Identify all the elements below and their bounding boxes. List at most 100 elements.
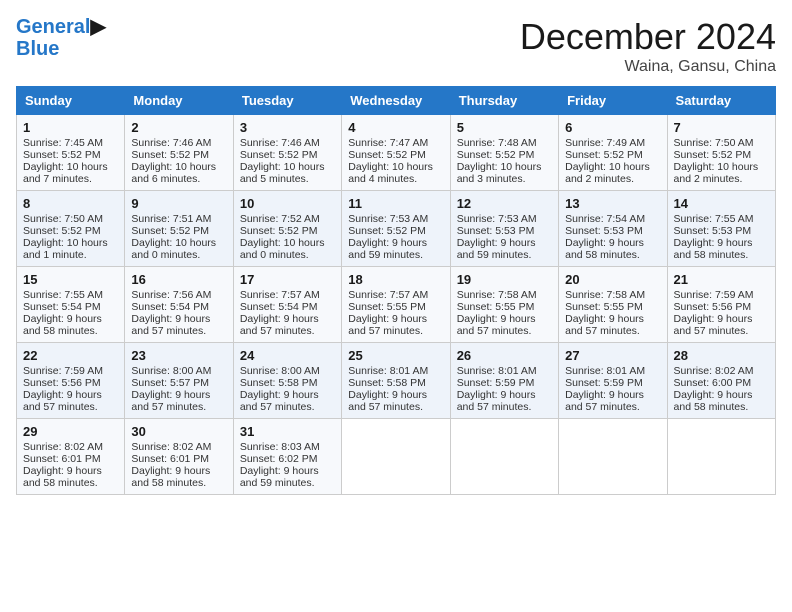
- day-number: 27: [565, 348, 660, 363]
- sunrise-text: Sunrise: 7:46 AM: [240, 137, 335, 149]
- sunrise-text: Sunrise: 8:02 AM: [131, 441, 226, 453]
- daylight-text: Daylight: 9 hours and 58 minutes.: [23, 465, 118, 489]
- daylight-text: Daylight: 10 hours and 2 minutes.: [674, 161, 769, 185]
- day-number: 10: [240, 196, 335, 211]
- calendar-day-cell: 7Sunrise: 7:50 AMSunset: 5:52 PMDaylight…: [667, 115, 775, 191]
- empty-cell: [667, 419, 775, 495]
- calendar-day-cell: 16Sunrise: 7:56 AMSunset: 5:54 PMDayligh…: [125, 267, 233, 343]
- logo-text-line2: Blue: [16, 38, 106, 60]
- day-of-week-header: Wednesday: [342, 87, 450, 115]
- sunrise-text: Sunrise: 8:02 AM: [674, 365, 769, 377]
- day-of-week-header: Friday: [559, 87, 667, 115]
- sunset-text: Sunset: 5:52 PM: [240, 149, 335, 161]
- day-number: 22: [23, 348, 118, 363]
- day-number: 12: [457, 196, 552, 211]
- sunrise-text: Sunrise: 7:52 AM: [240, 213, 335, 225]
- sunrise-text: Sunrise: 7:57 AM: [348, 289, 443, 301]
- day-number: 31: [240, 424, 335, 439]
- sunset-text: Sunset: 5:55 PM: [348, 301, 443, 313]
- calendar-day-cell: 2Sunrise: 7:46 AMSunset: 5:52 PMDaylight…: [125, 115, 233, 191]
- sunset-text: Sunset: 5:52 PM: [457, 149, 552, 161]
- sunrise-text: Sunrise: 8:01 AM: [565, 365, 660, 377]
- calendar-day-cell: 3Sunrise: 7:46 AMSunset: 5:52 PMDaylight…: [233, 115, 341, 191]
- calendar-day-cell: 19Sunrise: 7:58 AMSunset: 5:55 PMDayligh…: [450, 267, 558, 343]
- calendar-day-cell: 18 Sunrise: 7:57 AMSunset: 5:55 PMDayligh…: [342, 267, 450, 343]
- day-number: 1: [23, 120, 118, 135]
- daylight-text: Daylight: 10 hours and 0 minutes.: [240, 237, 335, 261]
- daylight-text: Daylight: 9 hours and 58 minutes.: [674, 237, 769, 261]
- calendar-day-cell: 9Sunrise: 7:51 AMSunset: 5:52 PMDaylight…: [125, 191, 233, 267]
- sunset-text: Sunset: 5:54 PM: [240, 301, 335, 313]
- day-of-week-header: Monday: [125, 87, 233, 115]
- daylight-text: Daylight: 9 hours and 57 minutes.: [457, 389, 552, 413]
- daylight-text: Daylight: 9 hours and 57 minutes.: [348, 313, 443, 337]
- day-number: 15: [23, 272, 118, 287]
- calendar-day-cell: 11Sunrise: 7:53 AMSunset: 5:52 PMDayligh…: [342, 191, 450, 267]
- calendar-day-cell: 24Sunrise: 8:00 AMSunset: 5:58 PMDayligh…: [233, 343, 341, 419]
- daylight-text: Daylight: 9 hours and 58 minutes.: [674, 389, 769, 413]
- sunset-text: Sunset: 5:53 PM: [457, 225, 552, 237]
- sunset-text: Sunset: 5:55 PM: [565, 301, 660, 313]
- calendar-day-cell: 17Sunrise: 7:57 AMSunset: 5:54 PMDayligh…: [233, 267, 341, 343]
- day-number: 3: [240, 120, 335, 135]
- sunrise-text: Sunrise: 8:02 AM: [23, 441, 118, 453]
- logo-text: General▶: [16, 16, 106, 38]
- daylight-text: Daylight: 9 hours and 57 minutes.: [674, 313, 769, 337]
- sunset-text: Sunset: 5:52 PM: [674, 149, 769, 161]
- day-number: 19: [457, 272, 552, 287]
- location: Waina, Gansu, China: [520, 58, 776, 76]
- sunset-text: Sunset: 5:54 PM: [23, 301, 118, 313]
- sunset-text: Sunset: 5:57 PM: [131, 377, 226, 389]
- daylight-text: Daylight: 10 hours and 2 minutes.: [565, 161, 660, 185]
- daylight-text: Daylight: 9 hours and 57 minutes.: [348, 389, 443, 413]
- day-number: 20: [565, 272, 660, 287]
- sunrise-text: Sunrise: 7:53 AM: [348, 213, 443, 225]
- day-number: 14: [674, 196, 769, 211]
- day-of-week-header: Sunday: [17, 87, 125, 115]
- calendar-day-cell: 29 Sunrise: 8:02 AMSunset: 6:01 PMDayligh…: [17, 419, 125, 495]
- sunset-text: Sunset: 5:55 PM: [457, 301, 552, 313]
- daylight-text: Daylight: 10 hours and 6 minutes.: [131, 161, 226, 185]
- sunset-text: Sunset: 5:52 PM: [240, 225, 335, 237]
- sunset-text: Sunset: 6:02 PM: [240, 453, 335, 465]
- daylight-text: Daylight: 9 hours and 59 minutes.: [240, 465, 335, 489]
- daylight-text: Daylight: 10 hours and 3 minutes.: [457, 161, 552, 185]
- calendar-day-cell: 14 Sunrise: 7:55 AMSunset: 5:53 PMDayligh…: [667, 191, 775, 267]
- sunrise-text: Sunrise: 7:47 AM: [348, 137, 443, 149]
- calendar-day-cell: 4Sunrise: 7:47 AMSunset: 5:52 PMDaylight…: [342, 115, 450, 191]
- sunset-text: Sunset: 5:52 PM: [348, 225, 443, 237]
- sunrise-text: Sunrise: 7:57 AM: [240, 289, 335, 301]
- sunset-text: Sunset: 6:01 PM: [23, 453, 118, 465]
- title-block: December 2024 Waina, Gansu, China: [520, 16, 776, 76]
- sunrise-text: Sunrise: 7:55 AM: [674, 213, 769, 225]
- daylight-text: Daylight: 9 hours and 57 minutes.: [240, 389, 335, 413]
- day-number: 13: [565, 196, 660, 211]
- daylight-text: Daylight: 9 hours and 58 minutes.: [23, 313, 118, 337]
- daylight-text: Daylight: 9 hours and 57 minutes.: [23, 389, 118, 413]
- logo: General▶ Blue: [16, 16, 106, 60]
- daylight-text: Daylight: 9 hours and 57 minutes.: [457, 313, 552, 337]
- day-number: 7: [674, 120, 769, 135]
- day-number: 18: [348, 272, 443, 287]
- day-number: 29: [23, 424, 118, 439]
- daylight-text: Daylight: 9 hours and 59 minutes.: [457, 237, 552, 261]
- daylight-text: Daylight: 9 hours and 57 minutes.: [565, 389, 660, 413]
- day-number: 26: [457, 348, 552, 363]
- calendar-table: SundayMondayTuesdayWednesdayThursdayFrid…: [16, 86, 776, 495]
- day-number: 8: [23, 196, 118, 211]
- sunset-text: Sunset: 5:52 PM: [23, 149, 118, 161]
- calendar-day-cell: 23Sunrise: 8:00 AMSunset: 5:57 PMDayligh…: [125, 343, 233, 419]
- calendar-day-cell: 22Sunrise: 7:59 AMSunset: 5:56 PMDayligh…: [17, 343, 125, 419]
- sunrise-text: Sunrise: 7:59 AM: [674, 289, 769, 301]
- day-number: 16: [131, 272, 226, 287]
- sunrise-text: Sunrise: 7:50 AM: [23, 213, 118, 225]
- sunset-text: Sunset: 5:53 PM: [674, 225, 769, 237]
- calendar-day-cell: 8Sunrise: 7:50 AMSunset: 5:52 PMDaylight…: [17, 191, 125, 267]
- sunrise-text: Sunrise: 8:00 AM: [240, 365, 335, 377]
- calendar-day-cell: 13Sunrise: 7:54 AMSunset: 5:53 PMDayligh…: [559, 191, 667, 267]
- calendar-day-cell: 1Sunrise: 7:45 AMSunset: 5:52 PMDaylight…: [17, 115, 125, 191]
- daylight-text: Daylight: 9 hours and 57 minutes.: [131, 313, 226, 337]
- daylight-text: Daylight: 10 hours and 4 minutes.: [348, 161, 443, 185]
- day-number: 5: [457, 120, 552, 135]
- sunrise-text: Sunrise: 7:45 AM: [23, 137, 118, 149]
